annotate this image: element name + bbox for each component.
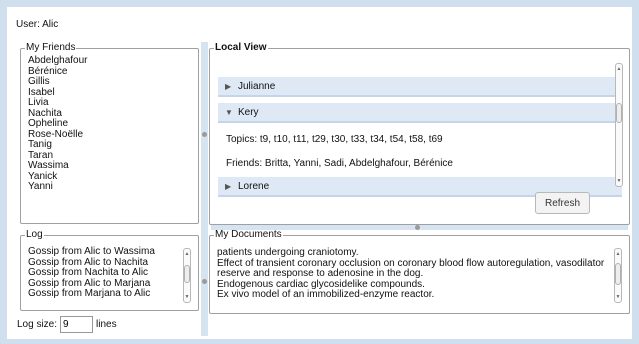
log-size-unit: lines	[96, 319, 117, 330]
documents-panel: My Documents patients undergoing craniot…	[209, 230, 630, 314]
triangle-down-icon: ▼	[225, 108, 233, 117]
friend-item[interactable]: Gillis	[28, 76, 198, 88]
kery-friends: Friends: Britta, Yanni, Sadi, Abdelghafo…	[226, 158, 453, 169]
friend-item[interactable]: Abdelghafour	[28, 55, 198, 67]
log-size-label: Log size:	[17, 319, 58, 330]
documents-list: patients undergoing craniotomy. Effect o…	[217, 247, 613, 301]
triangle-right-icon: ▶	[225, 82, 232, 91]
scrollbar-thumb[interactable]	[615, 263, 621, 285]
accordion-header-julianne[interactable]: ▶ Julianne	[218, 77, 622, 97]
friend-item[interactable]: Tanig	[28, 139, 198, 151]
friend-item[interactable]: Isabel	[28, 87, 198, 99]
accordion-header-label: Kery	[238, 107, 259, 118]
window-frame-bottom	[0, 339, 639, 344]
log-size-input[interactable]	[60, 316, 94, 333]
log-size-control: Log size: lines	[17, 316, 117, 333]
documents-scrollbar[interactable]: ▲ ▼	[614, 248, 622, 303]
window-frame-right	[632, 0, 639, 344]
user-label: User: Alic	[16, 19, 59, 30]
scroll-up-icon[interactable]: ▲	[615, 251, 621, 257]
local-view-legend: Local View	[215, 42, 267, 53]
document-line: Ex vivo model of an immobilized-enzyme r…	[217, 289, 435, 300]
documents-legend: My Documents	[215, 229, 282, 240]
splitter-grip-icon[interactable]	[202, 279, 207, 284]
log-entry: Gossip from Marjana to Alic	[28, 288, 151, 299]
friend-item[interactable]: Livia	[28, 97, 198, 109]
window-frame-left	[0, 0, 7, 344]
friend-item[interactable]: Rose-Noëlle	[28, 129, 198, 141]
log-scrollbar[interactable]: ▲ ▼	[183, 248, 191, 303]
friends-legend: My Friends	[26, 42, 76, 53]
friends-list: Abdelghafour Bérénice Gillis Isabel Livi…	[21, 53, 198, 193]
scroll-down-icon[interactable]: ▼	[615, 294, 621, 300]
accordion: ▶ Julianne ▼ Kery Topics: t9, t10, t11, t2…	[218, 63, 622, 187]
triangle-right-icon: ▶	[225, 182, 232, 191]
splitter-grip-icon[interactable]	[202, 132, 207, 137]
friend-item[interactable]: Opheline	[28, 118, 198, 130]
log-legend: Log	[26, 229, 43, 240]
log-list: Gossip from Alic to Wassima Gossip from …	[28, 246, 184, 300]
accordion-header-label: Julianne	[238, 81, 276, 92]
log-panel: Log Gossip from Alic to Wassima Gossip f…	[20, 230, 199, 311]
friend-item[interactable]: Bérénice	[28, 66, 198, 78]
refresh-button[interactable]: Refresh	[535, 192, 590, 214]
friends-panel: My Friends Abdelghafour Bérénice Gillis …	[20, 43, 199, 224]
scrollbar-thumb[interactable]	[616, 103, 622, 123]
log-entry: Gossip from Alic to Wassima	[28, 246, 155, 257]
log-entry: Gossip from Nachita to Alic	[28, 267, 149, 278]
scroll-up-icon[interactable]: ▲	[184, 251, 190, 257]
scroll-up-icon[interactable]: ▲	[616, 66, 622, 72]
accordion-header-kery[interactable]: ▼ Kery	[218, 103, 622, 123]
scroll-down-icon[interactable]: ▼	[616, 178, 622, 184]
window-frame-top	[0, 0, 639, 7]
scroll-down-icon[interactable]: ▼	[184, 294, 190, 300]
accordion-header-label: Lorene	[238, 181, 270, 192]
document-line: patients undergoing craniotomy.	[217, 247, 359, 258]
friend-item[interactable]: Yanni	[28, 181, 198, 193]
scrollbar-thumb[interactable]	[184, 265, 190, 283]
friend-item[interactable]: Yanick	[28, 171, 198, 183]
kery-topics: Topics: t9, t10, t11, t29, t30, t33, t34…	[226, 134, 443, 145]
vertical-splitter[interactable]	[201, 42, 208, 336]
friend-item[interactable]: Wassima	[28, 160, 198, 172]
local-view-scrollbar[interactable]: ▲ ▼	[615, 63, 623, 187]
document-line: reserve and response to adenosine in the…	[217, 268, 424, 279]
